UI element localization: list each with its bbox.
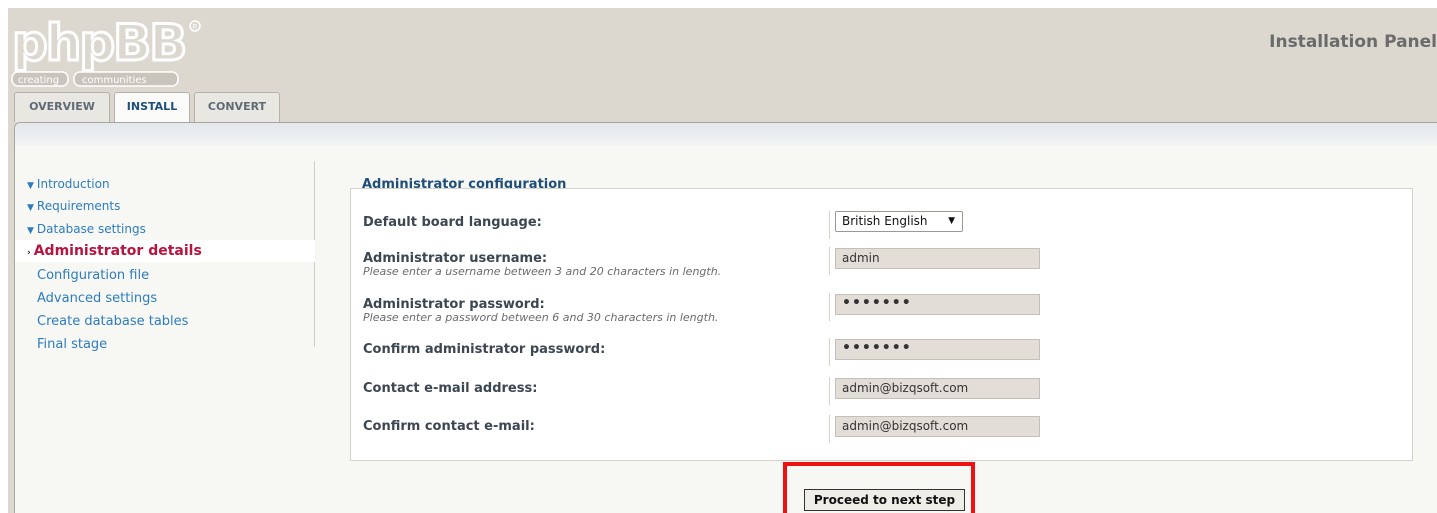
sidebar-item-label: Database settings	[36, 222, 146, 236]
username-explain: Please enter a username between 3 and 20…	[363, 265, 722, 278]
sidebar-item-label: Administrator details	[33, 243, 202, 259]
admin-config-form: Default board language: British English …	[350, 188, 1413, 461]
row-divider	[829, 247, 830, 275]
dropdown-arrow-icon: ▼	[948, 216, 955, 226]
sidebar-item-label: Final stage	[37, 337, 108, 352]
username-input[interactable]: admin	[835, 248, 1040, 269]
current-step-arrow-icon: ›	[27, 248, 31, 258]
phpbb-logo: phpBB R creating communities	[10, 13, 210, 90]
password-confirm-label: Confirm administrator password:	[363, 342, 606, 357]
sidebar-item-advanced-settings[interactable]: Advanced settings	[15, 288, 315, 310]
tab-install[interactable]: INSTALL	[114, 92, 190, 124]
logo-tagline-creating: creating	[18, 75, 59, 86]
password-label: Administrator password:	[363, 297, 545, 312]
sidebar-item-final-stage[interactable]: Final stage	[15, 334, 315, 356]
row-divider	[829, 211, 830, 239]
check-chevron-icon: ▼	[27, 226, 34, 236]
language-select[interactable]: British English ▼	[835, 211, 963, 232]
panel-title: Installation Panel	[1269, 32, 1437, 52]
logo-tagline-communities: communities	[82, 75, 147, 86]
tab-overview[interactable]: OVERVIEW	[14, 92, 110, 122]
sidebar-item-label: Introduction	[36, 177, 110, 191]
sidebar-item-label: Advanced settings	[37, 291, 158, 306]
sidebar-item-requirements[interactable]: ▼ Requirements	[15, 195, 315, 217]
phpbb-logo-graphic: phpBB R creating communities	[11, 13, 201, 87]
email-label: Contact e-mail address:	[363, 381, 538, 396]
install-steps-sidebar: ▼ Introduction ▼ Requirements ▼ Database se…	[15, 161, 315, 352]
logo-wordmark: phpBB	[12, 16, 185, 72]
password-explain: Please enter a password between 6 and 30…	[363, 311, 719, 324]
proceed-next-step-button[interactable]: Proceed to next step	[804, 489, 965, 511]
check-chevron-icon: ▼	[27, 181, 34, 191]
tab-convert[interactable]: CONVERT	[194, 92, 280, 122]
sidebar-item-label: Requirements	[36, 199, 121, 213]
sidebar-item-label: Create database tables	[37, 314, 189, 329]
sidebar-item-create-database-tables[interactable]: Create database tables	[15, 311, 315, 333]
panel-top-band	[15, 123, 1437, 145]
email-confirm-label: Confirm contact e-mail:	[363, 419, 535, 434]
sidebar-item-configuration-file[interactable]: Configuration file	[15, 265, 315, 287]
password-confirm-input[interactable]: •••••••	[835, 339, 1040, 360]
sidebar-item-database-settings[interactable]: ▼ Database settings	[15, 218, 315, 240]
row-divider	[829, 293, 830, 321]
username-label: Administrator username:	[363, 251, 548, 266]
row-divider	[829, 415, 830, 443]
proceed-highlight-box: Proceed to next step	[783, 462, 975, 513]
language-select-value: British English	[842, 214, 928, 228]
row-divider	[829, 338, 830, 366]
language-label: Default board language:	[363, 215, 542, 230]
check-chevron-icon: ▼	[27, 203, 34, 213]
password-input[interactable]: •••••••	[835, 294, 1040, 315]
installer-window: phpBB R creating communities Installatio…	[8, 8, 1437, 513]
sidebar-item-administrator-details[interactable]: › Administrator details	[15, 240, 315, 262]
svg-text:R: R	[193, 23, 198, 31]
email-confirm-input[interactable]: admin@bizqsoft.com	[835, 416, 1040, 437]
email-input[interactable]: admin@bizqsoft.com	[835, 378, 1040, 399]
sidebar-item-label: Configuration file	[37, 268, 150, 283]
row-divider	[829, 377, 830, 405]
sidebar-item-introduction[interactable]: ▼ Introduction	[15, 173, 315, 195]
